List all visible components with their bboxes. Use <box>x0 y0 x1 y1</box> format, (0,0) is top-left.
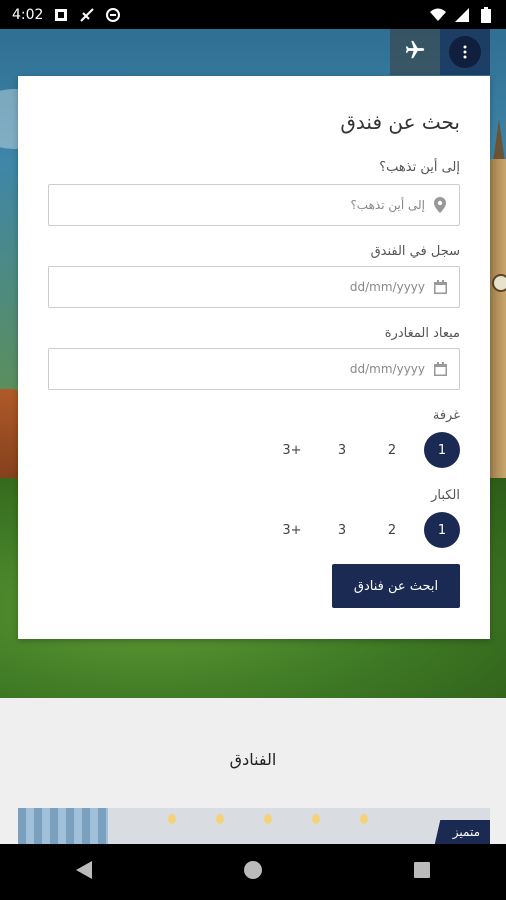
check-out-input[interactable]: dd/mm/yyyy <box>48 348 460 390</box>
adults-label: الكبار <box>431 488 460 503</box>
adults-selector: 1 2 3 3+ <box>274 512 460 548</box>
location-pin-icon <box>433 197 447 213</box>
home-icon <box>243 861 262 883</box>
adults-option-3[interactable]: 3 <box>324 512 360 548</box>
wifi-icon <box>430 7 446 23</box>
home-button[interactable] <box>223 852 283 892</box>
menu-icon <box>449 36 481 68</box>
cell-signal-icon <box>454 7 470 23</box>
recents-icon <box>413 862 430 882</box>
hotels-section-title: الفنادق <box>229 750 277 769</box>
recents-button[interactable] <box>392 852 452 892</box>
adults-option-1[interactable]: 1 <box>424 512 460 548</box>
card-title: بحث عن فندق <box>340 110 460 134</box>
status-bar: 4:02 <box>0 0 506 29</box>
rooms-option-3[interactable]: 3 <box>324 432 360 468</box>
rooms-option-2[interactable]: 2 <box>374 432 410 468</box>
check-in-placeholder: dd/mm/yyyy <box>349 280 425 294</box>
destination-label: إلى أين تذهب؟ <box>379 160 460 175</box>
featured-badge: متميز <box>434 820 490 844</box>
menu-button[interactable] <box>440 29 490 75</box>
battery-icon <box>478 6 494 23</box>
system-nav-bar <box>0 844 506 900</box>
rooms-selector: 1 2 3 3+ <box>274 432 460 468</box>
no-signal-icon <box>79 7 95 23</box>
notification-icon <box>53 7 69 23</box>
back-icon <box>76 861 93 883</box>
check-out-label: ميعاد المغادرة <box>384 326 460 341</box>
sync-icon <box>105 7 121 23</box>
rooms-label: غرفة <box>432 408 460 423</box>
calendar-icon <box>433 280 447 294</box>
destination-placeholder: إلى أين تذهب؟ <box>350 198 425 212</box>
rooms-option-3plus[interactable]: 3+ <box>274 432 310 468</box>
adults-option-2[interactable]: 2 <box>374 512 410 548</box>
adults-option-3plus[interactable]: 3+ <box>274 512 310 548</box>
hotels-section: الفنادق متميز <box>0 698 506 844</box>
check-in-input[interactable]: dd/mm/yyyy <box>48 266 460 308</box>
back-button[interactable] <box>54 852 114 892</box>
check-out-placeholder: dd/mm/yyyy <box>349 362 425 376</box>
header-actions <box>390 29 490 75</box>
calendar-icon <box>433 362 447 376</box>
status-time: 4:02 <box>12 6 44 23</box>
check-in-label: سجل في الفندق <box>370 244 460 259</box>
hotel-card-image[interactable]: متميز <box>18 808 490 844</box>
rooms-option-1[interactable]: 1 <box>424 432 460 468</box>
hotel-search-card: بحث عن فندق إلى أين تذهب؟ إلى أين تذهب؟ … <box>18 76 490 639</box>
search-hotels-button[interactable]: ابحث عن فنادق <box>332 564 460 608</box>
flights-button[interactable] <box>390 29 440 75</box>
destination-input[interactable]: إلى أين تذهب؟ <box>48 184 460 226</box>
airplane-icon <box>404 39 426 65</box>
